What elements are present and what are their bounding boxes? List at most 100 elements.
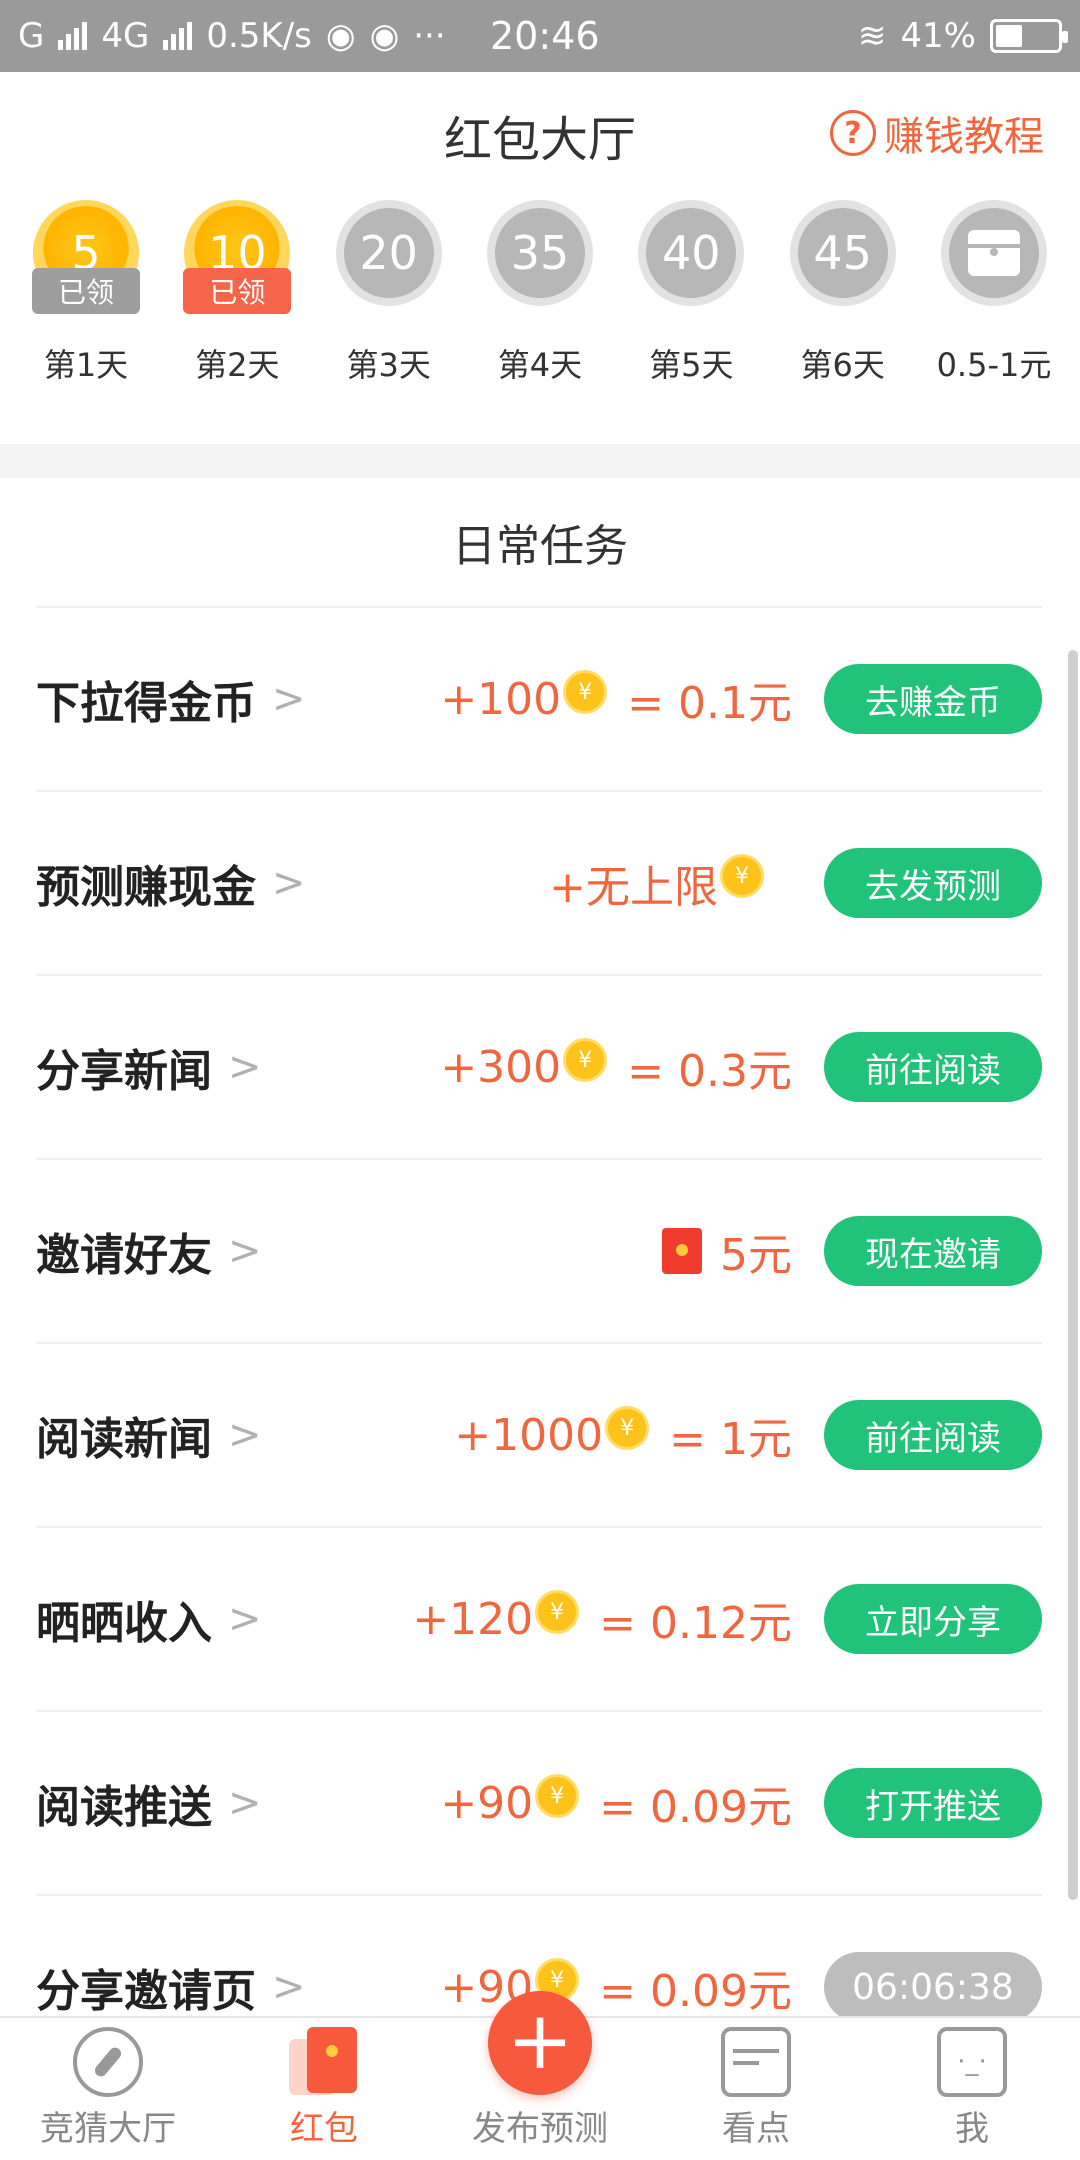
red-packet-icon — [289, 2027, 359, 2097]
header: 红包大厅 ? 赚钱教程 — [0, 72, 1080, 194]
task-action-button[interactable]: 现在邀请 — [824, 1216, 1042, 1286]
task-name: 阅读推送 > — [36, 1780, 262, 1833]
task-name: 邀请好友 > — [36, 1228, 262, 1281]
nav-label: 看点 — [722, 2109, 790, 2149]
coin-icon: 20 — [335, 200, 442, 306]
task-row[interactable]: 晒晒收入 > +120 ¥ = 0.12元 立即分享 — [36, 1526, 1042, 1710]
task-action-button[interactable]: 打开推送 — [824, 1768, 1042, 1838]
task-action-button[interactable]: 前往阅读 — [824, 1032, 1042, 1102]
nav-guess-hall[interactable]: 竞猜大厅 — [8, 2027, 208, 2150]
coin-icon: 40 — [638, 200, 745, 306]
day-label: 第6天 — [800, 346, 885, 384]
task-action-button[interactable]: 去发预测 — [824, 848, 1042, 918]
chevron-right-icon: > — [228, 1412, 262, 1458]
task-reward: +1000 ¥ = 1元 — [454, 1403, 792, 1467]
day-label: 第3天 — [346, 346, 431, 384]
day-label: 0.5-1元 — [936, 346, 1052, 384]
day-label: 第2天 — [195, 346, 280, 384]
network-type: G — [18, 16, 45, 56]
checkin-day-1[interactable]: 5 已领 第1天 — [26, 194, 146, 444]
news-card-icon — [721, 2027, 791, 2097]
task-action-button[interactable]: 前往阅读 — [824, 1400, 1042, 1470]
section-divider — [0, 444, 1080, 478]
nav-me[interactable]: ·_· 我 — [872, 2027, 1072, 2150]
coin-icon: 45 — [789, 200, 896, 306]
network-speed: 0.5K/s — [206, 16, 312, 56]
checkin-day-2[interactable]: 10 已领 第2天 — [177, 194, 297, 444]
chevron-right-icon: > — [228, 1596, 262, 1642]
checkin-day-5[interactable]: 40 第5天 — [631, 194, 751, 444]
task-name: 分享邀请页 > — [36, 1964, 306, 2017]
status-bar: G 4G 0.5K/s ◉ ◉ ··· 20:46 ≋ 41% — [0, 0, 1080, 72]
status-left: G 4G 0.5K/s ◉ ◉ ··· — [18, 16, 446, 56]
scrollbar[interactable] — [1068, 650, 1078, 1900]
coin-icon: 35 — [486, 200, 593, 306]
wifi-icon: ≋ — [857, 16, 887, 56]
nav-label: 发布预测 — [472, 2109, 608, 2149]
coin-icon: ¥ — [535, 1590, 580, 1634]
coin-icon: ¥ — [563, 670, 608, 714]
claimed-badge: 已领 — [32, 268, 140, 314]
red-packet-icon — [662, 1228, 702, 1274]
task-name: 阅读新闻 > — [36, 1412, 262, 1465]
battery-icon — [990, 19, 1068, 53]
nav-red-packet[interactable]: 红包 — [224, 2027, 424, 2150]
signal-icon-2 — [163, 22, 193, 50]
nav-publish-prediction[interactable]: + 发布预测 — [440, 1991, 640, 2150]
task-name: 预测赚现金 > — [36, 860, 306, 913]
task-row[interactable]: 阅读新闻 > +1000 ¥ = 1元 前往阅读 — [36, 1342, 1042, 1526]
bottom-nav: 竞猜大厅 红包 + 发布预测 看点 ·_· 我 — [0, 1991, 1080, 2160]
checkin-day-3[interactable]: 20 第3天 — [329, 194, 449, 444]
chevron-right-icon: > — [272, 1964, 306, 2010]
compass-icon — [73, 2027, 143, 2097]
task-list: 下拉得金币 > +100 ¥ = 0.1元 去赚金币 预测赚现金 > +无上限 ¥ 去发预… — [36, 606, 1042, 2078]
coin-icon: ¥ — [535, 1774, 580, 1818]
task-name: 晒晒收入 > — [36, 1596, 262, 1649]
task-name: 下拉得金币 > — [36, 676, 306, 729]
tutorial-label: 赚钱教程 — [884, 114, 1044, 160]
task-row[interactable]: 分享新闻 > +300 ¥ = 0.3元 前往阅读 — [36, 974, 1042, 1158]
task-reward: +300 ¥ = 0.3元 — [440, 1035, 792, 1099]
checkin-day-4[interactable]: 35 第4天 — [480, 194, 600, 444]
day-label: 第5天 — [649, 346, 734, 384]
clock: 20:46 — [490, 14, 600, 58]
nav-watch[interactable]: 看点 — [656, 2027, 856, 2150]
task-reward: +100 ¥ = 0.1元 — [440, 667, 792, 731]
task-reward: +90 ¥ = 0.09元 — [440, 1771, 792, 1835]
qq-icon: ◉ — [325, 16, 356, 56]
battery-percent: 41% — [900, 16, 976, 56]
status-right: ≋ 41% — [857, 16, 1068, 56]
day-label: 第4天 — [497, 346, 583, 384]
help-icon: ? — [830, 110, 876, 156]
task-row[interactable]: 下拉得金币 > +100 ¥ = 0.1元 去赚金币 — [36, 606, 1042, 790]
task-row[interactable]: 阅读推送 > +90 ¥ = 0.09元 打开推送 — [36, 1710, 1042, 1894]
checkin-day-6[interactable]: 45 第6天 — [783, 194, 903, 444]
signal-icon — [58, 22, 88, 50]
day-label: 第1天 — [43, 346, 129, 384]
qq-icon-2: ◉ — [369, 16, 400, 56]
tutorial-link[interactable]: ? 赚钱教程 — [830, 104, 1044, 162]
checkin-day-7[interactable]: 0.5-1元 — [934, 194, 1054, 444]
coin-icon: ¥ — [720, 854, 764, 898]
plus-icon: + — [488, 1991, 592, 2095]
task-row[interactable]: 预测赚现金 > +无上限 ¥ 去发预测 — [36, 790, 1042, 974]
task-action-button[interactable]: 去赚金币 — [824, 664, 1042, 734]
claimed-badge: 已领 — [183, 268, 292, 314]
coin-icon: 5 已领 — [32, 200, 140, 314]
chevron-right-icon: > — [228, 1228, 262, 1274]
checkin-row: 5 已领 第1天 10 已领 第2天 20 第3天 35 第4天 40 第5天 … — [0, 194, 1080, 444]
section-title: 日常任务 — [452, 521, 628, 572]
task-reward: +90 ¥ = 0.09元 — [440, 1955, 792, 2019]
gift-box-icon — [940, 200, 1047, 306]
nav-label: 我 — [955, 2109, 989, 2149]
profile-face-icon: ·_· — [937, 2027, 1007, 2097]
task-action-button[interactable]: 立即分享 — [824, 1584, 1042, 1654]
nav-label: 红包 — [290, 2109, 358, 2149]
countdown-timer: 06:06:38 — [824, 1952, 1042, 2022]
chevron-right-icon: > — [228, 1780, 262, 1826]
chevron-right-icon: > — [272, 860, 306, 906]
task-reward: 5元 — [662, 1219, 792, 1283]
more-notifications: ··· — [413, 16, 446, 56]
task-row[interactable]: 邀请好友 > 5元 现在邀请 — [36, 1158, 1042, 1342]
coin-icon: ¥ — [563, 1038, 608, 1082]
